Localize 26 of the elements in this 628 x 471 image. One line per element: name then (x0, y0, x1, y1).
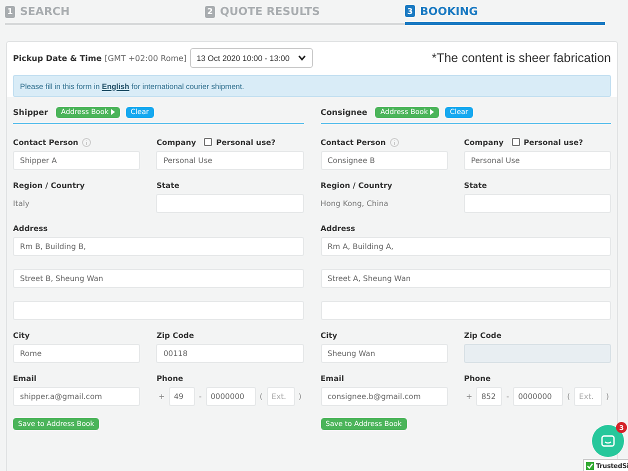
timezone-text: [GMT +02:00 Rome] (104, 54, 187, 62)
personal-use-checkbox[interactable] (512, 138, 520, 146)
caret-right-icon (430, 109, 434, 115)
section-title: Consignee (320, 108, 368, 116)
checkmark-icon (586, 462, 594, 470)
step-number-badge: 1 (5, 6, 15, 18)
address-field[interactable] (320, 301, 611, 320)
pickup-time-dropdown[interactable]: 13 Oct 2020 10:00 - 13:00 (190, 48, 313, 68)
disclaimer-note: *The content is sheer fabrication (432, 51, 611, 65)
pickup-label: Pickup Date & Time (13, 54, 102, 62)
step-label: BOOKING (420, 4, 478, 18)
personal-use-checkbox[interactable] (204, 138, 212, 146)
info-icon (390, 138, 399, 146)
caret-right-icon (110, 109, 115, 115)
state-field[interactable] (156, 194, 304, 213)
address-field[interactable] (13, 301, 304, 320)
info-icon (82, 138, 92, 146)
step-tab[interactable]: 3 BOOKING (405, 0, 605, 25)
step-number-badge: 2 (205, 6, 215, 18)
step-label: SEARCH (20, 5, 70, 18)
step-number-badge: 3 (405, 5, 415, 17)
state-field[interactable] (464, 194, 611, 213)
chat-icon (601, 435, 615, 447)
step-label: QUOTE RESULTS (220, 5, 320, 18)
chevron-down-icon (298, 55, 306, 61)
section-title: Shipper (13, 108, 48, 116)
